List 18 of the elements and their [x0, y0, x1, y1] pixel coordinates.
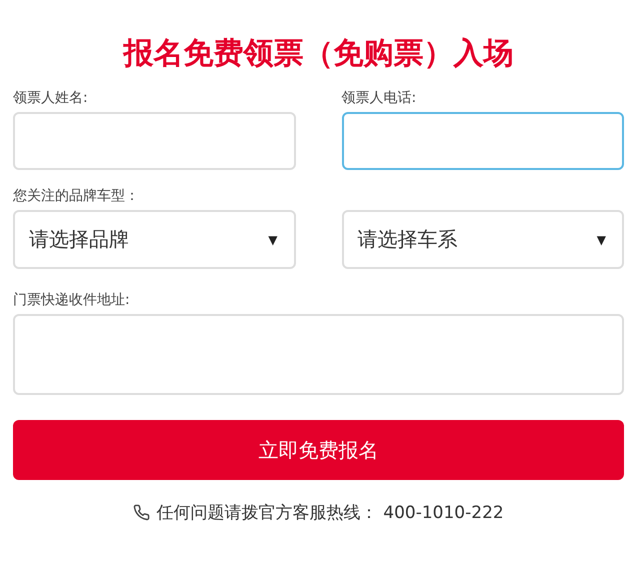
page-title: 报名免费领票（免购票）入场 [122, 35, 514, 73]
select-placeholder: 请选择车系 [358, 226, 458, 253]
select-placeholder: 请选择品牌 [29, 226, 129, 253]
field-label: 门票快递收件地址: [13, 291, 131, 310]
field-label: 您关注的品牌车型： [13, 187, 140, 206]
input-field[interactable] [13, 112, 296, 170]
dropdown-arrow-icon: ▼ [596, 232, 606, 246]
address-field[interactable] [13, 314, 624, 395]
select-field[interactable]: 请选择车系 ▼ [342, 210, 624, 269]
field-label: 领票人电话: [342, 89, 418, 108]
submit-button[interactable]: 立即免费报名 [13, 420, 624, 480]
input-field[interactable] [342, 112, 624, 170]
dropdown-arrow-icon: ▼ [268, 232, 278, 246]
field-label: 领票人姓名: [13, 89, 89, 108]
phone-icon [133, 504, 150, 521]
hotline-number: 400-1010-222 [383, 502, 504, 522]
select-field[interactable]: 请选择品牌 ▼ [13, 210, 296, 269]
hotline-text: 任何问题请拨官方客服热线： [156, 502, 378, 524]
